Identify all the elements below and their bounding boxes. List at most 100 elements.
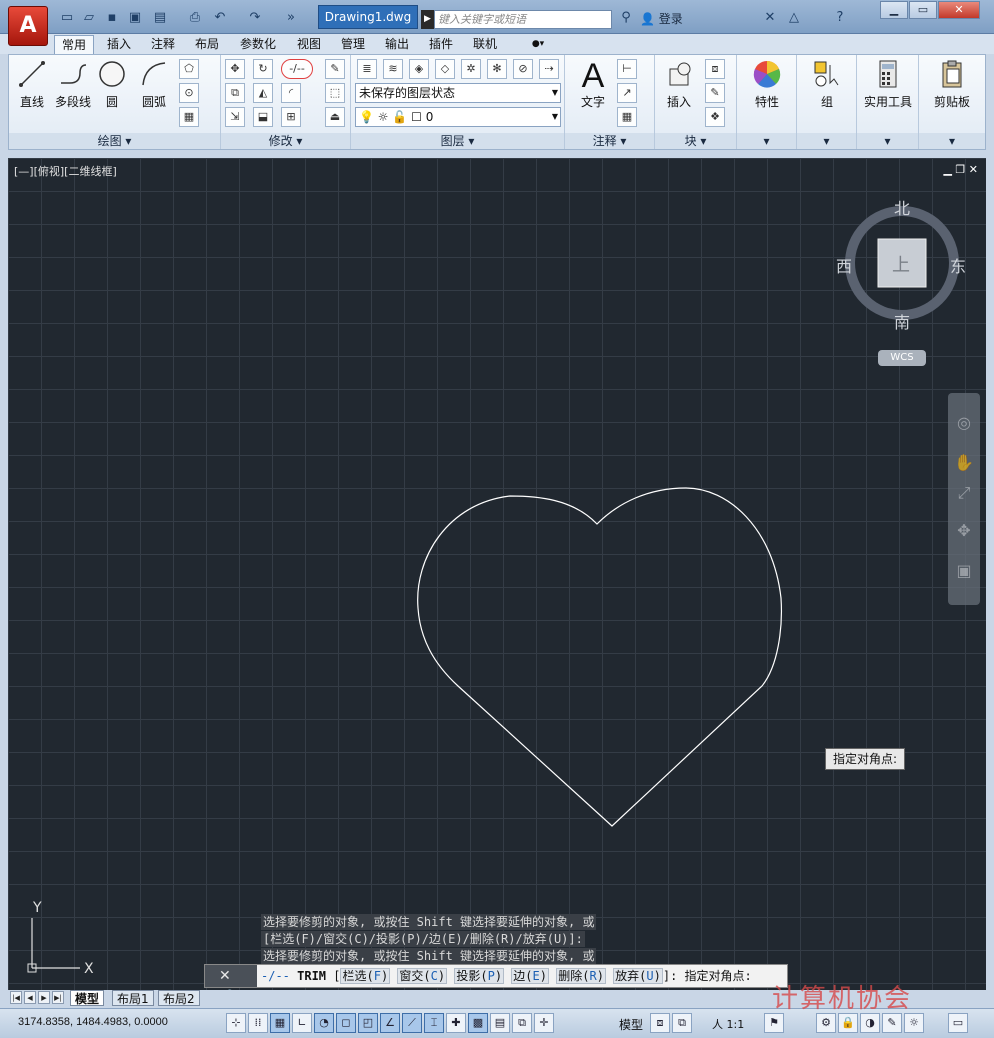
line-button[interactable]: 直线 [13,59,51,110]
explode-icon[interactable]: ⬚ [325,83,345,103]
move-icon[interactable]: ✥ [225,59,245,79]
application-menu-button[interactable]: A [8,6,48,46]
layer-properties-icon[interactable]: ≣ [357,59,377,79]
layer-isolate-icon[interactable]: ◈ [409,59,429,79]
pan-icon[interactable]: ✋ [954,453,974,473]
hatch-icon[interactable]: ▦ [179,107,199,127]
object-snap-tracking-icon[interactable]: ∠ [380,1013,400,1033]
panel-layer-title[interactable]: 图层 ▾ [351,133,564,149]
trim-icon[interactable]: -/-- [281,59,313,79]
command-input[interactable]: -/-- TRIM [栏选(F) 窗交(C) 投影(P) 边(E) 删除(R) … [261,965,752,987]
panel-block-title[interactable]: 块 ▾ [655,133,736,149]
layer-state-icon[interactable]: ≋ [383,59,403,79]
table-icon[interactable]: ▦ [617,107,637,127]
arc-button[interactable]: 圆弧 [137,59,171,110]
search-input[interactable]: 键入关键字或短语 [434,10,612,29]
option-crossing[interactable]: 窗交(C) [397,968,448,984]
print-icon[interactable]: ⎙ [186,9,204,27]
tab-parametric[interactable]: 参数化 [232,35,284,54]
tab-view[interactable]: 视图 [290,35,328,54]
selection-cycling-icon[interactable]: ⧉ [512,1013,532,1033]
compass-east[interactable]: 东 [950,253,966,277]
tab-home[interactable]: 常用 [54,35,94,54]
tab-model[interactable]: 模型 [70,990,105,1006]
mirror-icon[interactable]: ◭ [253,83,273,103]
option-undo[interactable]: 放弃(U) [613,968,663,984]
current-layer-dropdown[interactable]: 💡 ☼ 🔓 ☐ 0 ▼ [355,107,561,127]
dynamic-ucs-icon[interactable]: ⟋ [402,1013,422,1033]
option-project[interactable]: 投影(P) [454,968,505,984]
layer-unisolate-icon[interactable]: ◇ [435,59,455,79]
tab-plugins[interactable]: 插件 [422,35,460,54]
redo-icon[interactable]: ↷ [246,9,264,27]
text-button[interactable]: A 文字 [573,59,613,110]
infer-constraints-icon[interactable]: ⊹ [226,1013,246,1033]
save-as-icon[interactable]: ▣ [126,9,144,27]
open-file-icon[interactable]: ▱ [80,9,98,27]
annotation-scale[interactable]: 人 1:1 [712,1016,744,1032]
utilities-button[interactable]: 实用工具 [861,59,915,110]
close-button[interactable]: ✕ [938,1,980,19]
binoculars-icon[interactable]: ⚲ [616,9,636,27]
first-tab-icon[interactable]: |◀ [10,991,22,1004]
offset-icon[interactable]: ⏏ [325,107,345,127]
exchange-icon[interactable]: ✕ [760,9,780,27]
layer-freeze-icon[interactable]: ✲ [461,59,481,79]
fillet-icon[interactable]: ◜ [281,83,301,103]
lightbulb-status-icon[interactable]: ☼ [904,1013,924,1033]
workspace-switching-icon[interactable]: ⚙ [816,1013,836,1033]
clean-screen-icon[interactable]: ▭ [948,1013,968,1033]
erase-icon[interactable]: ✎ [325,59,345,79]
properties-button[interactable]: 特性 [747,59,787,110]
quick-view-drawings-icon[interactable]: ⧉ [672,1013,692,1033]
help-icon[interactable]: ? [830,9,850,27]
model-space-toggle[interactable]: 模型 [619,1016,643,1033]
polar-tracking-icon[interactable]: ◔ [314,1013,334,1033]
polyline-button[interactable]: 多段线 [51,59,95,110]
leader-icon[interactable]: ↗ [617,83,637,103]
array-icon[interactable]: ⊞ [281,107,301,127]
tab-layout1[interactable]: 布局1 [112,990,154,1006]
more-qat-icon[interactable]: » [282,9,300,27]
quick-properties-icon[interactable]: ▤ [490,1013,510,1033]
grid-display-icon[interactable]: ▦ [270,1013,290,1033]
panel-draw-title[interactable]: 绘图 ▾ [9,133,220,149]
annotation-monitor-icon[interactable]: ✛ [534,1013,554,1033]
clipboard-expand[interactable]: ▾ [919,133,985,149]
linear-dimension-icon[interactable]: ⊢ [617,59,637,79]
layer-off-icon[interactable]: ✻ [487,59,507,79]
block-attributes-icon[interactable]: ❖ [705,107,725,127]
panel-modify-title[interactable]: 修改 ▾ [221,133,350,149]
create-block-icon[interactable]: ⧈ [705,59,725,79]
last-tab-icon[interactable]: ▶| [52,991,64,1004]
hardware-acceleration-icon[interactable]: ◑ [860,1013,880,1033]
layer-lock-icon[interactable]: ⊘ [513,59,533,79]
new-file-icon[interactable]: ▭ [58,9,76,27]
object-snap-icon[interactable]: ◻ [336,1013,356,1033]
option-fence[interactable]: 栏选(F) [340,968,391,984]
properties-expand[interactable]: ▾ [737,133,796,149]
clipboard-button[interactable]: 剪贴板 [927,59,977,110]
tab-online[interactable]: 联机 [466,35,504,54]
tab-insert[interactable]: 插入 [100,35,138,54]
group-expand[interactable]: ▾ [797,133,856,149]
compass-south[interactable]: 南 [894,309,910,333]
publish-icon[interactable]: ▤ [151,9,169,27]
polygon-icon[interactable]: ⬠ [179,59,199,79]
panel-annotation-title[interactable]: 注释 ▾ [565,133,654,149]
sign-in-button[interactable]: 👤 登录 [640,10,683,27]
tab-annotate[interactable]: 注释 [144,35,182,54]
ribbon-options-icon[interactable]: ●▾ [526,35,550,54]
ortho-mode-icon[interactable]: ∟ [292,1013,312,1033]
minimize-button[interactable]: ▁ [880,1,908,19]
wcs-menu[interactable]: WCS [878,350,926,366]
stretch-icon[interactable]: ⇲ [225,107,245,127]
tab-manage[interactable]: 管理 [334,35,372,54]
viewcube[interactable]: 北 南 东 西 上 [836,199,966,332]
layer-match-icon[interactable]: ⇢ [539,59,559,79]
heart-shape[interactable] [8,158,986,990]
isolate-objects-icon[interactable]: ✎ [882,1013,902,1033]
layer-state-dropdown[interactable]: 未保存的图层状态 ▼ [355,83,561,103]
maximize-button[interactable]: ▭ [909,1,937,19]
insert-block-button[interactable]: 插入 [659,59,699,110]
